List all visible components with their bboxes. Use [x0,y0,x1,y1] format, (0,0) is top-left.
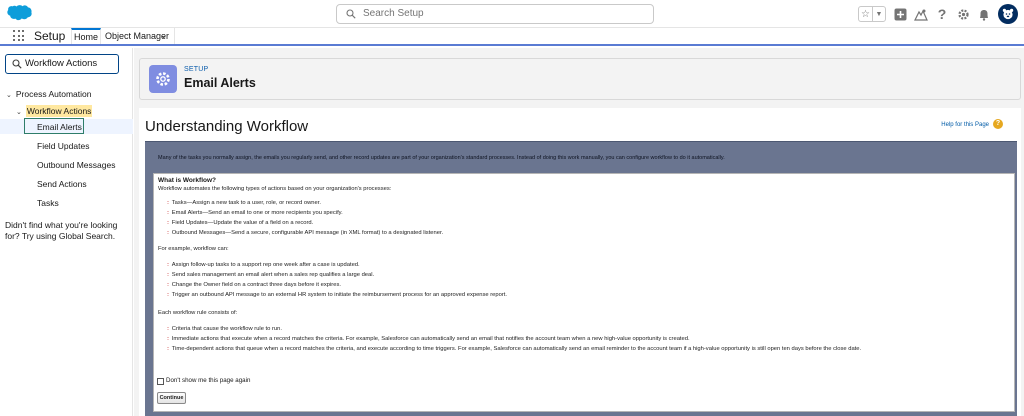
quick-find-input[interactable]: Workflow Actions [5,54,119,74]
setup-sidebar: Workflow Actions ⌄ Process Automation ⌄ Wo… [0,48,133,416]
workflow-info-frame: What is Workflow? Workflow automates the… [145,171,1017,416]
trailhead-icon[interactable] [914,7,928,21]
list-item: :: Assign follow-up tasks to a support re… [167,262,360,268]
bullet-icon: :: [167,282,169,288]
help-for-page-link[interactable]: Help for this Page [941,122,989,128]
user-avatar[interactable] [998,4,1018,24]
list-item: :: Time-dependent actions that queue when… [167,346,862,352]
intro-text: Many of the tasks you normally assign, t… [158,155,725,161]
notifications-bell-icon[interactable] [977,7,991,21]
list-item: :: Outbound Messages—Send a secure, confi… [167,230,444,236]
app-name: Setup [34,29,66,43]
intro-banner: Many of the tasks you normally assign, t… [145,141,1017,171]
dont-show-again-label: Don't show me this page again [166,377,251,384]
rule-intro: Each workflow rule consists of: [158,310,238,316]
search-icon [12,59,22,69]
app-navigation-bar: Setup Home Object Manager ⌄ [0,28,1024,46]
favorites-star-icon[interactable]: ☆ [859,7,872,21]
tree-group-workflow-actions[interactable]: ⌄ Workflow Actions [16,105,93,117]
list-item: :: Immediate actions that execute when a … [167,336,690,342]
tree-section-label: Process Automation [15,89,92,99]
bullet-icon: :: [167,220,169,226]
favorites-dropdown-icon[interactable]: ▼ [872,7,885,21]
search-icon [346,9,356,19]
bullet-icon: :: [167,230,169,236]
quick-find-value: Workflow Actions [25,58,98,69]
bullet-icon: :: [167,200,169,206]
list-item: :: Criteria that cause the workflow rule … [167,326,282,332]
tree-item-outbound-messages[interactable]: Outbound Messages [37,160,115,170]
help-question-icon[interactable]: ? [993,119,1003,129]
global-header: Search Setup ☆ ▼ ? [0,0,1024,28]
favorites-group[interactable]: ☆ ▼ [858,6,886,22]
chevron-down-icon[interactable]: ⌄ [160,28,167,44]
app-launcher-icon[interactable] [13,30,25,42]
list-item: :: Change the Owner field on a contract t… [167,282,341,288]
header-utility-icons: ☆ ▼ ? [858,4,1018,24]
page-header: SETUP Email Alerts [139,58,1021,100]
list-item: :: Email Alerts—Send an email to one or m… [167,210,343,216]
tree-item-send-actions[interactable]: Send Actions [37,179,87,189]
bullet-icon: :: [167,346,169,352]
list-item: :: Trigger an outbound API message to an … [167,292,507,298]
continue-button[interactable]: Continue [157,392,186,404]
tree-group-label: Workflow Actions [25,105,93,117]
global-actions-plus-icon[interactable] [893,7,907,21]
chevron-down-icon[interactable]: ⌄ [6,92,12,99]
chevron-down-icon[interactable]: ⌄ [16,109,22,116]
tree-section-process-automation[interactable]: ⌄ Process Automation [6,89,91,99]
page-title: Email Alerts [184,76,256,90]
sidebar-help-text: Didn't find what you're looking for? Try… [5,220,118,241]
bullet-icon: :: [167,292,169,298]
workflow-info-box: What is Workflow? Workflow automates the… [153,173,1015,412]
tree-item-field-updates[interactable]: Field Updates [37,141,89,151]
list-item: :: Send sales management an email alert w… [167,272,375,278]
page-eyebrow: SETUP [184,66,209,73]
what-is-text: Workflow automates the following types o… [158,186,392,192]
example-intro: For example, workflow can: [158,246,229,252]
bullet-icon: :: [167,272,169,278]
tab-object-manager[interactable]: Object Manager ⌄ [101,28,175,44]
dont-show-again-checkbox[interactable] [157,378,164,385]
list-item: :: Field Updates—Update the value of a fi… [167,220,314,226]
bullet-icon: :: [167,210,169,216]
cloud-logo[interactable] [6,4,32,23]
global-search-input[interactable]: Search Setup [336,4,654,24]
main-content: SETUP Email Alerts Understanding Workflo… [134,48,1024,416]
tab-home[interactable]: Home [71,28,101,44]
bullet-icon: :: [167,336,169,342]
search-placeholder: Search Setup [363,8,424,19]
content-panel: Understanding Workflow Help for this Pag… [139,108,1021,416]
list-item: :: Tasks—Assign a new task to a user, rol… [167,200,321,206]
bullet-icon: :: [167,326,169,332]
what-is-heading: What is Workflow? [158,177,217,184]
help-icon[interactable]: ? [935,7,949,21]
setup-gear-icon[interactable] [956,7,970,21]
section-title: Understanding Workflow [145,118,309,135]
tree-item-tasks[interactable]: Tasks [37,198,59,208]
bullet-icon: :: [167,262,169,268]
setup-gear-icon [149,65,177,93]
tree-item-email-alerts[interactable]: Email Alerts [37,122,82,132]
